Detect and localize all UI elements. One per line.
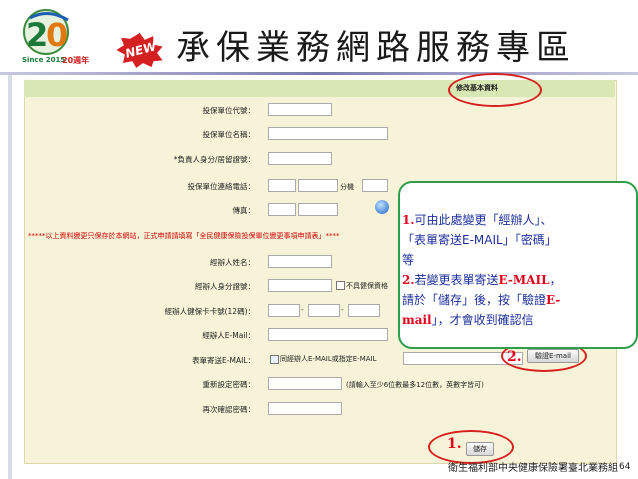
page-title: 承保業務網路服務專區 [176, 28, 576, 68]
handler-id-label: 經辦人身分證號： [195, 282, 255, 291]
handler-name-label: 經辦人姓名： [210, 258, 255, 267]
card-part2-field[interactable] [308, 304, 340, 317]
callout-line-6: mail」，才會收到確認信 [402, 313, 534, 327]
same-email-checkbox[interactable] [270, 355, 279, 364]
fax-label: 傳真： [232, 206, 256, 215]
password-hint: (請輸入至少6位數最多12位數，英數字皆可) [346, 381, 484, 389]
annotation-marker-1: 1. [447, 436, 462, 452]
annotation-marker-2: 2. [507, 349, 522, 365]
confirm-password-field[interactable] [268, 402, 342, 415]
same-email-label: 同經辦人E-MAIL或指定E-MAIL [280, 355, 377, 363]
card-part1-field[interactable] [268, 304, 300, 317]
confirm-password-label: 再次確認密碼： [202, 405, 256, 414]
change-notice: *****以上資料變更只保存於本網站，正式申請請填寫「全民健康保險投保單位變更事… [28, 232, 340, 240]
logo-caption: Since 2015 [22, 56, 66, 64]
card-dash-2: - [341, 306, 344, 314]
form-email-label: 表單寄送E-MAIL： [192, 356, 255, 365]
new-badge-icon: NEW [113, 31, 166, 71]
phone-number-field[interactable] [298, 179, 338, 192]
unit-name-label: 投保單位名稱： [202, 130, 256, 139]
fax-number-field[interactable] [298, 203, 338, 216]
callout-line-3: 等 [402, 253, 415, 267]
new-password-field[interactable] [268, 377, 342, 390]
unit-phone-label: 投保單位連絡電話： [187, 182, 256, 191]
fax-area-field[interactable] [268, 203, 296, 216]
callout-line-2: 「表單寄送E-MAIL」「密碼」 [402, 233, 557, 247]
new-password-label: 重新設定密碼： [202, 380, 256, 389]
svg-text:0: 0 [46, 16, 68, 54]
section-title-highlight [448, 73, 542, 107]
callout-line-5: 請於「儲存」後，按「驗證E- [402, 293, 561, 307]
left-decor-stripe [8, 75, 12, 479]
handler-email-field[interactable] [268, 328, 388, 341]
page-number: 64 [619, 462, 631, 472]
owner-id-label: *負責人身分/居留證號： [173, 155, 255, 164]
ext-label: 分機 [340, 183, 354, 191]
svg-text:2: 2 [26, 16, 48, 54]
logo-year: 20週年 [62, 56, 90, 65]
header-divider [0, 72, 638, 75]
handler-card-label: 經辦人健保卡卡號(12碼)： [164, 307, 255, 316]
help-icon[interactable] [375, 200, 389, 214]
unit-name-field[interactable] [268, 127, 388, 140]
no-insurance-label: 不具健保資格 [346, 282, 388, 290]
no-insurance-checkbox[interactable] [336, 281, 345, 290]
callout-line-1: 1.可由此處變更「經辦人」、 [402, 213, 553, 227]
footer-agency: 衛生福利部中央健康保險署臺北業務組 [448, 463, 618, 474]
handler-name-field[interactable] [268, 255, 332, 268]
handler-email-label: 經辦人E-Mail： [202, 331, 255, 340]
callout-line-4: 2.若變更表單寄送E-MAIL， [402, 273, 562, 287]
card-dash-1: - [301, 306, 304, 314]
unit-code-label: 投保單位代號： [202, 106, 256, 115]
phone-ext-field[interactable] [362, 179, 388, 192]
phone-area-field[interactable] [268, 179, 296, 192]
unit-code-field[interactable] [268, 103, 332, 116]
handler-id-field[interactable] [268, 279, 332, 292]
card-part3-field[interactable] [348, 304, 380, 317]
owner-id-field[interactable] [268, 152, 332, 165]
